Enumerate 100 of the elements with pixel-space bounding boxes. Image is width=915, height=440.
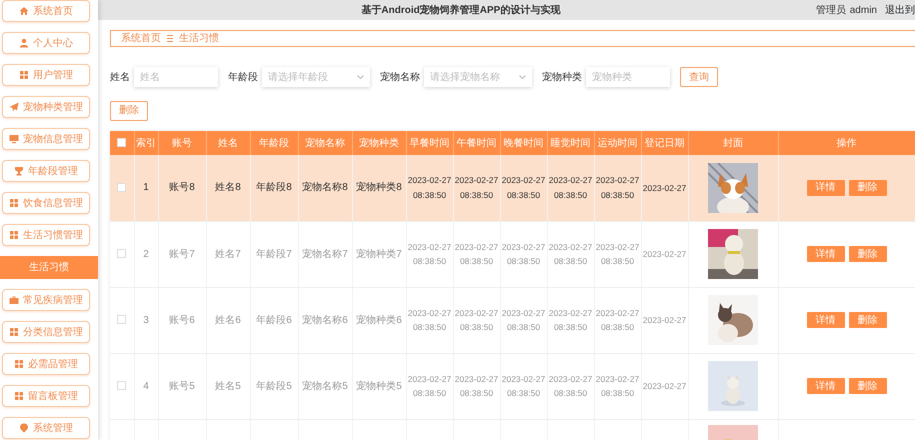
table-cell: 2023-02-27 08:38:50 bbox=[547, 221, 594, 287]
column-header: 运动时间 bbox=[594, 131, 641, 155]
table-cell: 2023-02-27 08:38:50 bbox=[547, 353, 594, 419]
checkbox[interactable] bbox=[117, 249, 126, 258]
table-cell: 2023-02-27 08:38:50 bbox=[594, 353, 641, 419]
submenu-item[interactable]: 生活习惯 bbox=[0, 256, 98, 279]
table-cell: 2023-02-27 08:38:50 bbox=[406, 221, 453, 287]
breadcrumb-link[interactable]: 系统首页 bbox=[121, 31, 161, 46]
field-label: 宠物名称 bbox=[380, 70, 420, 84]
sidebar-item[interactable]: 个人中心 bbox=[2, 32, 90, 54]
user-icon bbox=[19, 38, 29, 48]
select-field[interactable]: 请选择宠物名称 bbox=[424, 67, 532, 87]
details-button[interactable]: 详情 bbox=[806, 180, 844, 196]
field-label: 年龄段 bbox=[228, 70, 258, 84]
sidebar-item[interactable]: 生活习惯管理 bbox=[2, 224, 90, 246]
table-cell: 2023-02-27 bbox=[641, 221, 688, 287]
breadcrumb-current: 生活习惯 bbox=[179, 32, 219, 46]
delete-button[interactable]: 删除 bbox=[848, 180, 886, 196]
placeholder-text: 请选择年龄段 bbox=[268, 70, 328, 84]
chevron-down-icon bbox=[519, 75, 526, 79]
table-cell: 宠物种类5 bbox=[352, 353, 406, 419]
column-header: 睡觉时间 bbox=[547, 131, 594, 155]
grid-icon bbox=[14, 359, 24, 369]
table-cell: 2023-02-27 bbox=[641, 287, 688, 353]
details-button[interactable]: 详情 bbox=[806, 312, 844, 328]
trophy-icon bbox=[14, 166, 24, 176]
table-cell: 2023-02-27 08:38:50 bbox=[500, 221, 547, 287]
select-field[interactable]: 请选择年龄段 bbox=[262, 67, 370, 87]
column-header: 宠物名称 bbox=[298, 131, 352, 155]
delete-button[interactable]: 删除 bbox=[110, 100, 148, 120]
table-cell: 宠物种类7 bbox=[352, 221, 406, 287]
column-header: 姓名 bbox=[206, 131, 250, 155]
sidebar-item[interactable]: 用户管理 bbox=[2, 64, 90, 86]
delete-button[interactable]: 删除 bbox=[848, 312, 886, 328]
briefcase-icon bbox=[9, 295, 19, 305]
table-cell: 宠物名称5 bbox=[298, 353, 352, 419]
sidebar-item[interactable]: 系统管理 bbox=[2, 417, 90, 439]
sidebar-item[interactable]: 年龄段管理 bbox=[2, 160, 90, 182]
table-cell: 2023-02-27 08:38:50 bbox=[406, 287, 453, 353]
checkbox[interactable] bbox=[117, 183, 126, 192]
column-header: 午餐时间 bbox=[453, 131, 500, 155]
sidebar-item[interactable]: 常见疾病管理 bbox=[2, 289, 90, 311]
table-cell: 账号8 bbox=[158, 155, 206, 221]
field-label: 宠物种类 bbox=[542, 70, 582, 84]
paper-plane-icon bbox=[9, 102, 19, 112]
table-cell: 姓名7 bbox=[206, 221, 250, 287]
grid-icon bbox=[9, 230, 19, 240]
column-header: 年龄段 bbox=[250, 131, 298, 155]
table-cell: 2023-02-27 bbox=[641, 353, 688, 419]
input-field[interactable]: 姓名 bbox=[134, 67, 218, 87]
table-cell: 2 bbox=[134, 221, 158, 287]
table-cell: 2023-02-27 08:38:50 bbox=[453, 287, 500, 353]
table-cell: 2023-02-27 08:38:50 bbox=[453, 221, 500, 287]
search-button[interactable]: 查询 bbox=[680, 67, 718, 87]
checkbox[interactable] bbox=[117, 138, 126, 148]
logout-link[interactable]: 退出到 bbox=[885, 2, 915, 18]
checkbox[interactable] bbox=[117, 381, 126, 390]
sidebar-item[interactable]: 宠物种类管理 bbox=[2, 96, 90, 118]
sidebar-item[interactable]: 饮食信息管理 bbox=[2, 192, 90, 214]
table-cell: 2023-02-27 08:38:50 bbox=[453, 353, 500, 419]
column-header: 封面 bbox=[688, 131, 778, 155]
delete-button[interactable]: 删除 bbox=[848, 378, 886, 394]
sidebar-item[interactable]: 系统首页 bbox=[2, 0, 90, 22]
grid-icon bbox=[9, 327, 19, 337]
table-cell: 2023-02-27 08:38:50 bbox=[547, 287, 594, 353]
column-header: 操作 bbox=[778, 131, 915, 155]
sidebar-item[interactable]: 留言板管理 bbox=[2, 385, 90, 407]
table-cell: 2023-02-27 bbox=[641, 155, 688, 221]
table-cell: 2023-02-27 08:38:50 bbox=[500, 287, 547, 353]
table-cell: 2023-02-27 08:38:50 bbox=[500, 155, 547, 221]
table-cell: 2023-02-27 08:38:50 bbox=[547, 155, 594, 221]
details-button[interactable]: 详情 bbox=[806, 378, 844, 394]
column-header: 账号 bbox=[158, 131, 206, 155]
table-cell: 4 bbox=[134, 353, 158, 419]
table-cell: 2023-02-27 08:38:50 bbox=[500, 353, 547, 419]
table-cell: 姓名5 bbox=[206, 353, 250, 419]
table-cell: 2023-02-27 08:38:50 bbox=[594, 155, 641, 221]
table-cell: 姓名8 bbox=[206, 155, 250, 221]
details-button[interactable]: 详情 bbox=[806, 246, 844, 262]
table-cell: 宠物名称6 bbox=[298, 287, 352, 353]
table-cell: 宠物种类6 bbox=[352, 287, 406, 353]
table-cell: 账号7 bbox=[158, 221, 206, 287]
pin-icon bbox=[19, 423, 29, 433]
table-cell: 宠物名称7 bbox=[298, 221, 352, 287]
sidebar-item[interactable]: 必需品管理 bbox=[2, 353, 90, 375]
grid-icon bbox=[14, 391, 24, 401]
checkbox[interactable] bbox=[117, 315, 126, 324]
field-label: 姓名 bbox=[110, 70, 130, 84]
column-header: 宠物种类 bbox=[352, 131, 406, 155]
sidebar-item[interactable]: 分类信息管理 bbox=[2, 321, 90, 343]
table-cell: 姓名6 bbox=[206, 287, 250, 353]
input-field[interactable]: 宠物种类 bbox=[586, 67, 670, 87]
app-title: 基于Android宠物饲养管理APP的设计与实现 bbox=[360, 3, 562, 18]
placeholder-text: 请选择宠物名称 bbox=[430, 70, 500, 84]
table-cell: 2023-02-27 08:38:50 bbox=[453, 155, 500, 221]
user-label: 管理员 bbox=[816, 4, 846, 18]
table-cell: 宠物种类8 bbox=[352, 155, 406, 221]
column-header: 早餐时间 bbox=[406, 131, 453, 155]
sidebar-item[interactable]: 宠物信息管理 bbox=[2, 128, 90, 150]
delete-button[interactable]: 删除 bbox=[848, 246, 886, 262]
